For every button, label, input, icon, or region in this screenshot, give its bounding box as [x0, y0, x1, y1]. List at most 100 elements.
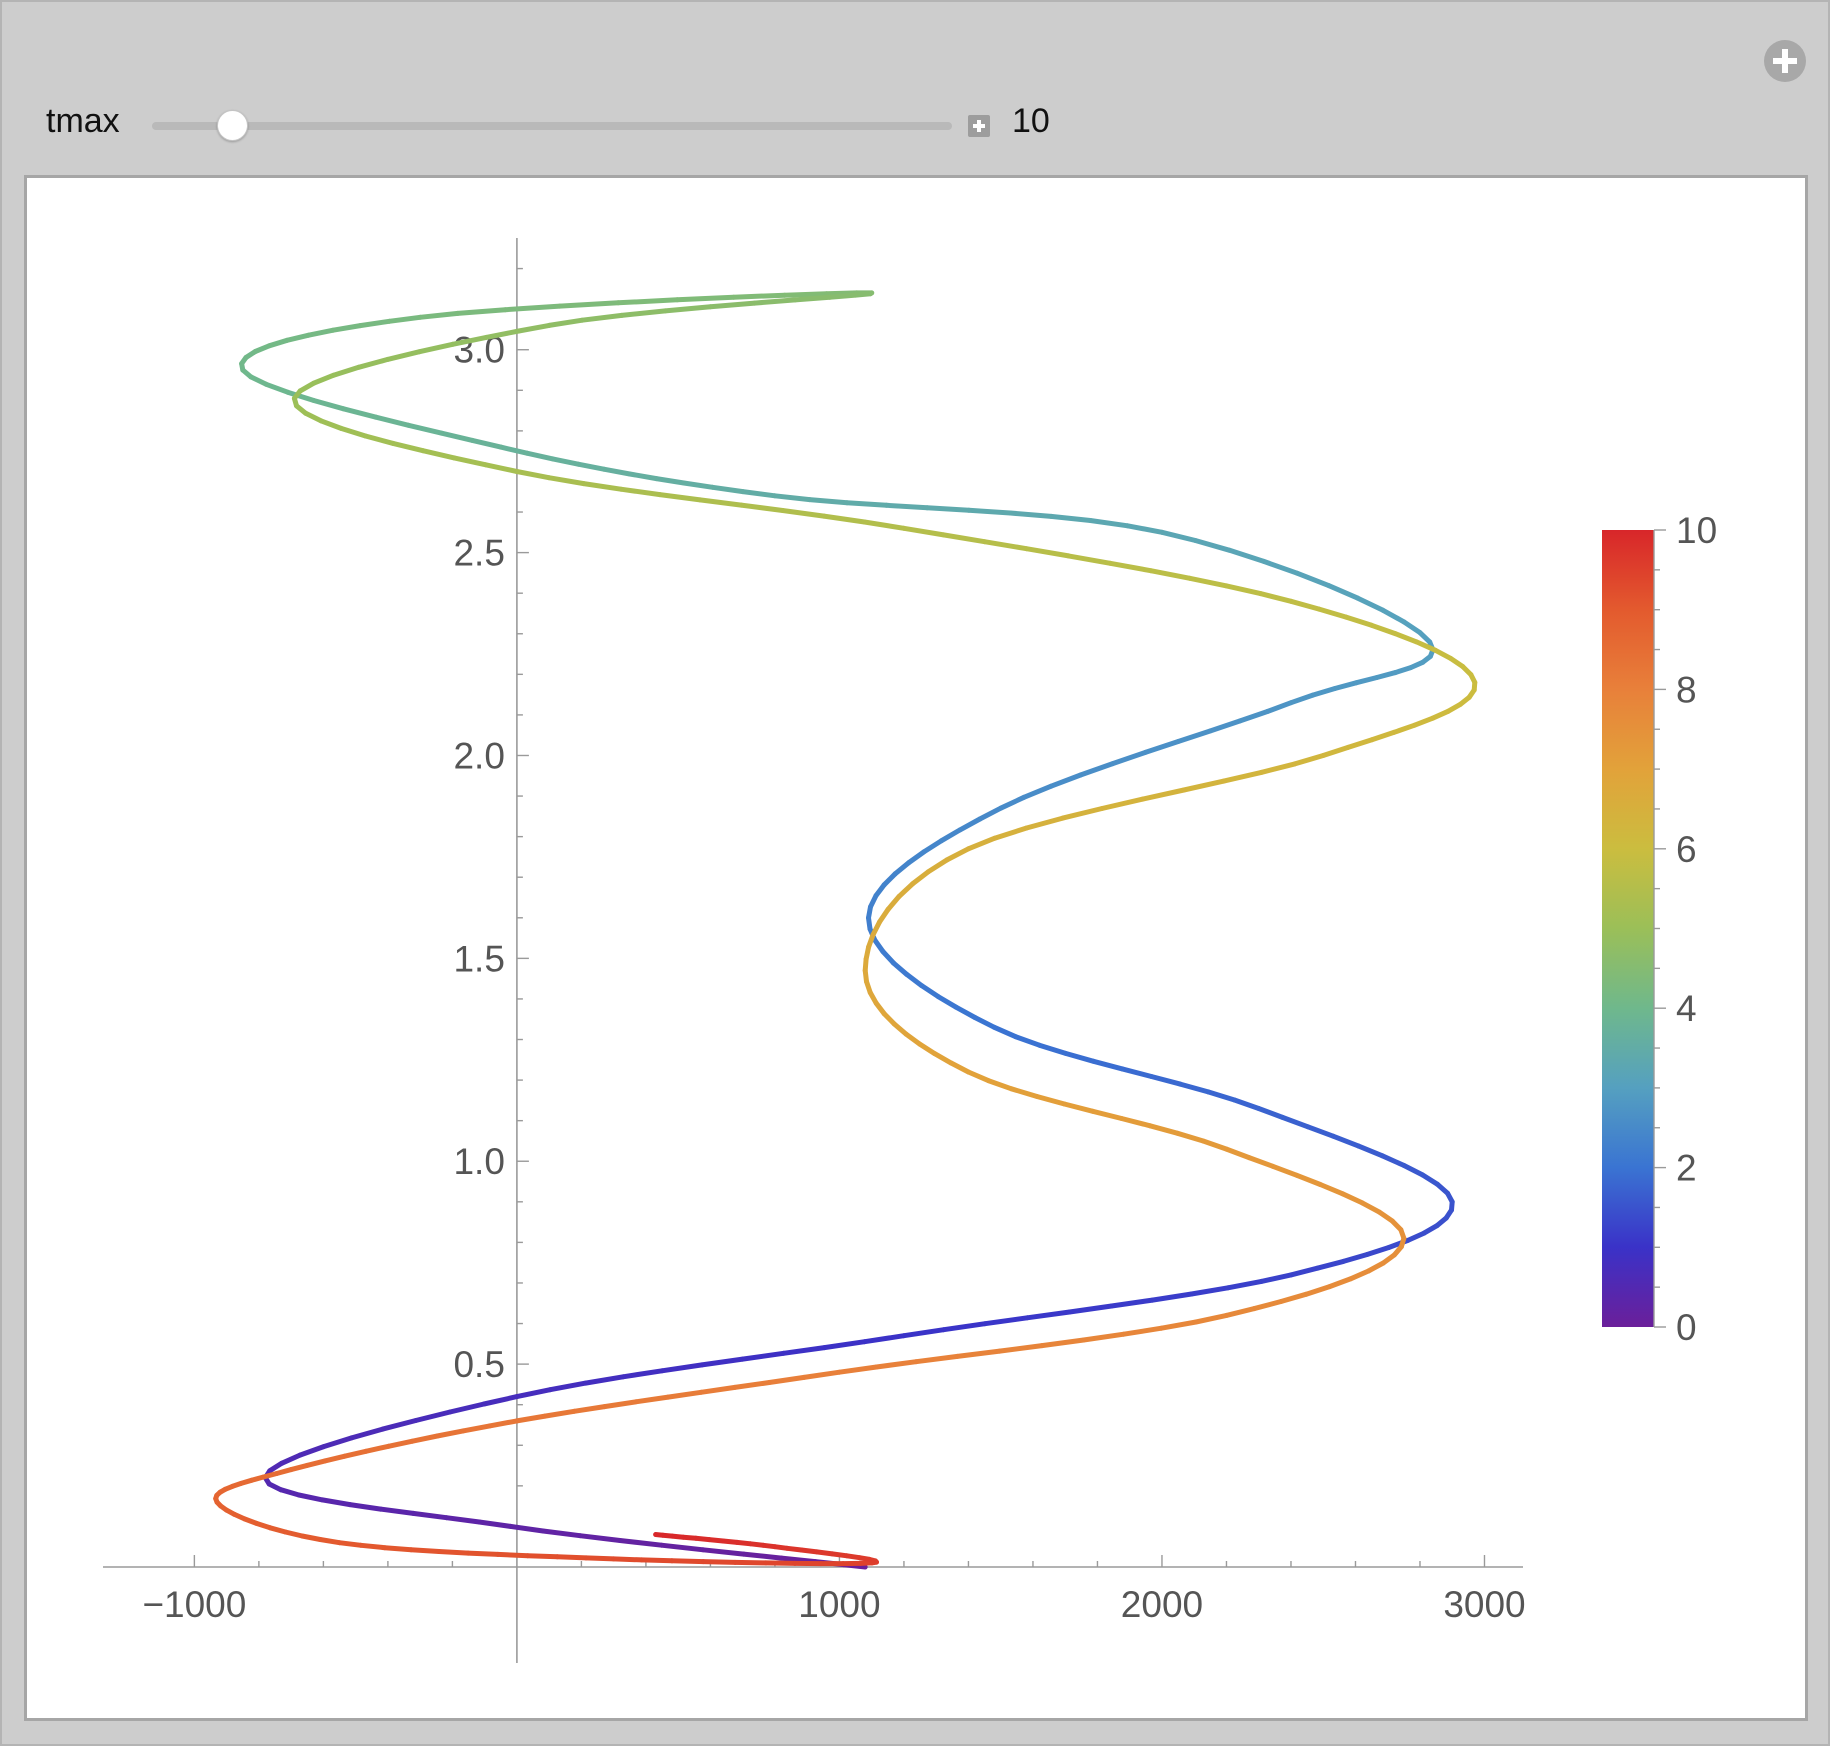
- curve-segment: [581, 481, 624, 492]
- curve-segment: [575, 461, 607, 472]
- curve-segment: [1366, 1260, 1386, 1274]
- curve-segment: [665, 1389, 704, 1400]
- curve-segment: [311, 372, 337, 386]
- curve-segment: [792, 294, 833, 303]
- curve-segment: [932, 1051, 954, 1066]
- curve-segment: [991, 1024, 1018, 1040]
- curve-segment: [279, 1452, 303, 1466]
- curve-segment: [1420, 1172, 1440, 1187]
- curve-segment: [633, 1394, 671, 1405]
- curve-segment: [1401, 619, 1423, 636]
- curve-segment: [700, 1559, 738, 1565]
- curve-segment: [1090, 1108, 1125, 1121]
- curve-segment: [674, 294, 737, 303]
- curve-segment: [1081, 1331, 1127, 1343]
- curve-segment: [1379, 1153, 1407, 1168]
- curve-segment: [1181, 778, 1227, 793]
- curve-segment: [807, 497, 850, 506]
- slider-expand-icon[interactable]: [968, 115, 990, 137]
- colorbar-tick-label: 6: [1676, 829, 1697, 870]
- curve-segment: [708, 300, 758, 310]
- curve-segment: [698, 1384, 738, 1395]
- curve-segment: [731, 292, 787, 300]
- curve-segment: [657, 492, 703, 503]
- curve-segment: [611, 1556, 645, 1563]
- curve-segment: [1061, 1101, 1096, 1114]
- curve-segment: [992, 825, 1030, 841]
- curve-segment: [977, 805, 1004, 822]
- curve-segment: [342, 1448, 369, 1459]
- curve-segment: [917, 1041, 938, 1057]
- curve-segment: [1148, 1074, 1183, 1087]
- curve-segment: [311, 398, 346, 412]
- curve-segment: [921, 838, 944, 855]
- curve-segment: [941, 1321, 988, 1333]
- curve-segment: [1148, 568, 1193, 581]
- curve-segment: [282, 1529, 305, 1539]
- curve-segment: [617, 1538, 664, 1548]
- tmax-slider-thumb[interactable]: [217, 110, 248, 141]
- tmax-slider-track[interactable]: [152, 122, 952, 130]
- curve-segment: [550, 456, 581, 467]
- curve-segment: [1012, 1034, 1042, 1048]
- curve-segment: [985, 1078, 1014, 1092]
- curve-segment: [525, 1553, 560, 1560]
- curve-segment: [1225, 1278, 1264, 1291]
- curve-segment: [957, 816, 983, 833]
- curve-segment: [331, 364, 362, 378]
- curve-segment: [1327, 1276, 1353, 1290]
- curve-segment: [1207, 718, 1243, 734]
- curve-segment: [941, 532, 988, 545]
- curve-segment: [1258, 1272, 1294, 1284]
- curve-segment: [1256, 1106, 1285, 1120]
- y-tick-label: 2.5: [453, 533, 504, 574]
- curve-segment: [408, 1547, 442, 1554]
- curve-segment: [1193, 1312, 1229, 1325]
- curve-segment: [469, 437, 504, 450]
- curve-segment: [1066, 553, 1113, 566]
- curve-segment: [821, 1339, 868, 1351]
- curve-segment: [1405, 1230, 1427, 1243]
- curve-segment: [906, 849, 927, 866]
- curve-segment: [1149, 1291, 1194, 1303]
- curve-segment: [1288, 1265, 1321, 1278]
- curve-segment: [669, 1558, 706, 1565]
- curve-segment: [1175, 728, 1213, 744]
- curve-segment: [1258, 591, 1294, 604]
- curve-segment: [481, 1394, 520, 1407]
- curve-segment: [681, 480, 716, 490]
- curve-segment: [514, 1413, 548, 1424]
- curve-segment: [710, 484, 746, 495]
- curve-segment: [844, 500, 889, 508]
- curve-segment: [763, 1560, 798, 1566]
- curve-segment: [1251, 1299, 1284, 1312]
- curve-segment: [639, 1557, 675, 1564]
- curve-segment: [465, 1550, 501, 1557]
- curve-segment: [1175, 1130, 1206, 1144]
- curve-segment: [317, 1537, 342, 1546]
- curve-segment: [740, 1350, 787, 1362]
- curve-segment: [919, 983, 941, 1000]
- curve-segment: [732, 1380, 772, 1390]
- curve-segment: [460, 1423, 493, 1434]
- curve-segment: [296, 1492, 325, 1503]
- curve-segment: [546, 317, 585, 328]
- curve-segment: [451, 455, 489, 468]
- curve-segment: [508, 1523, 546, 1534]
- curve-segment: [1224, 1306, 1257, 1318]
- curve-segment: [378, 1506, 416, 1516]
- curve-segment: [1303, 1284, 1333, 1297]
- curve-segment: [341, 406, 378, 420]
- manipulate-panel: tmax 10 −1000 1000 2000 3000 0.5 1.0 1.5 2.0 2.5…: [0, 0, 1830, 1746]
- curve-segment: [1091, 1058, 1125, 1072]
- curve-segment: [385, 349, 422, 362]
- curve-segment: [913, 1353, 960, 1365]
- curve-segment: [827, 292, 859, 300]
- curve-segment: [1119, 1116, 1153, 1129]
- curve-segment: [1024, 815, 1066, 831]
- curve-segment: [1142, 739, 1181, 755]
- curve-segment: [542, 1408, 577, 1419]
- curve-segment: [938, 827, 963, 844]
- add-bookmark-icon[interactable]: [1764, 40, 1806, 82]
- curve-segment: [1205, 1089, 1237, 1103]
